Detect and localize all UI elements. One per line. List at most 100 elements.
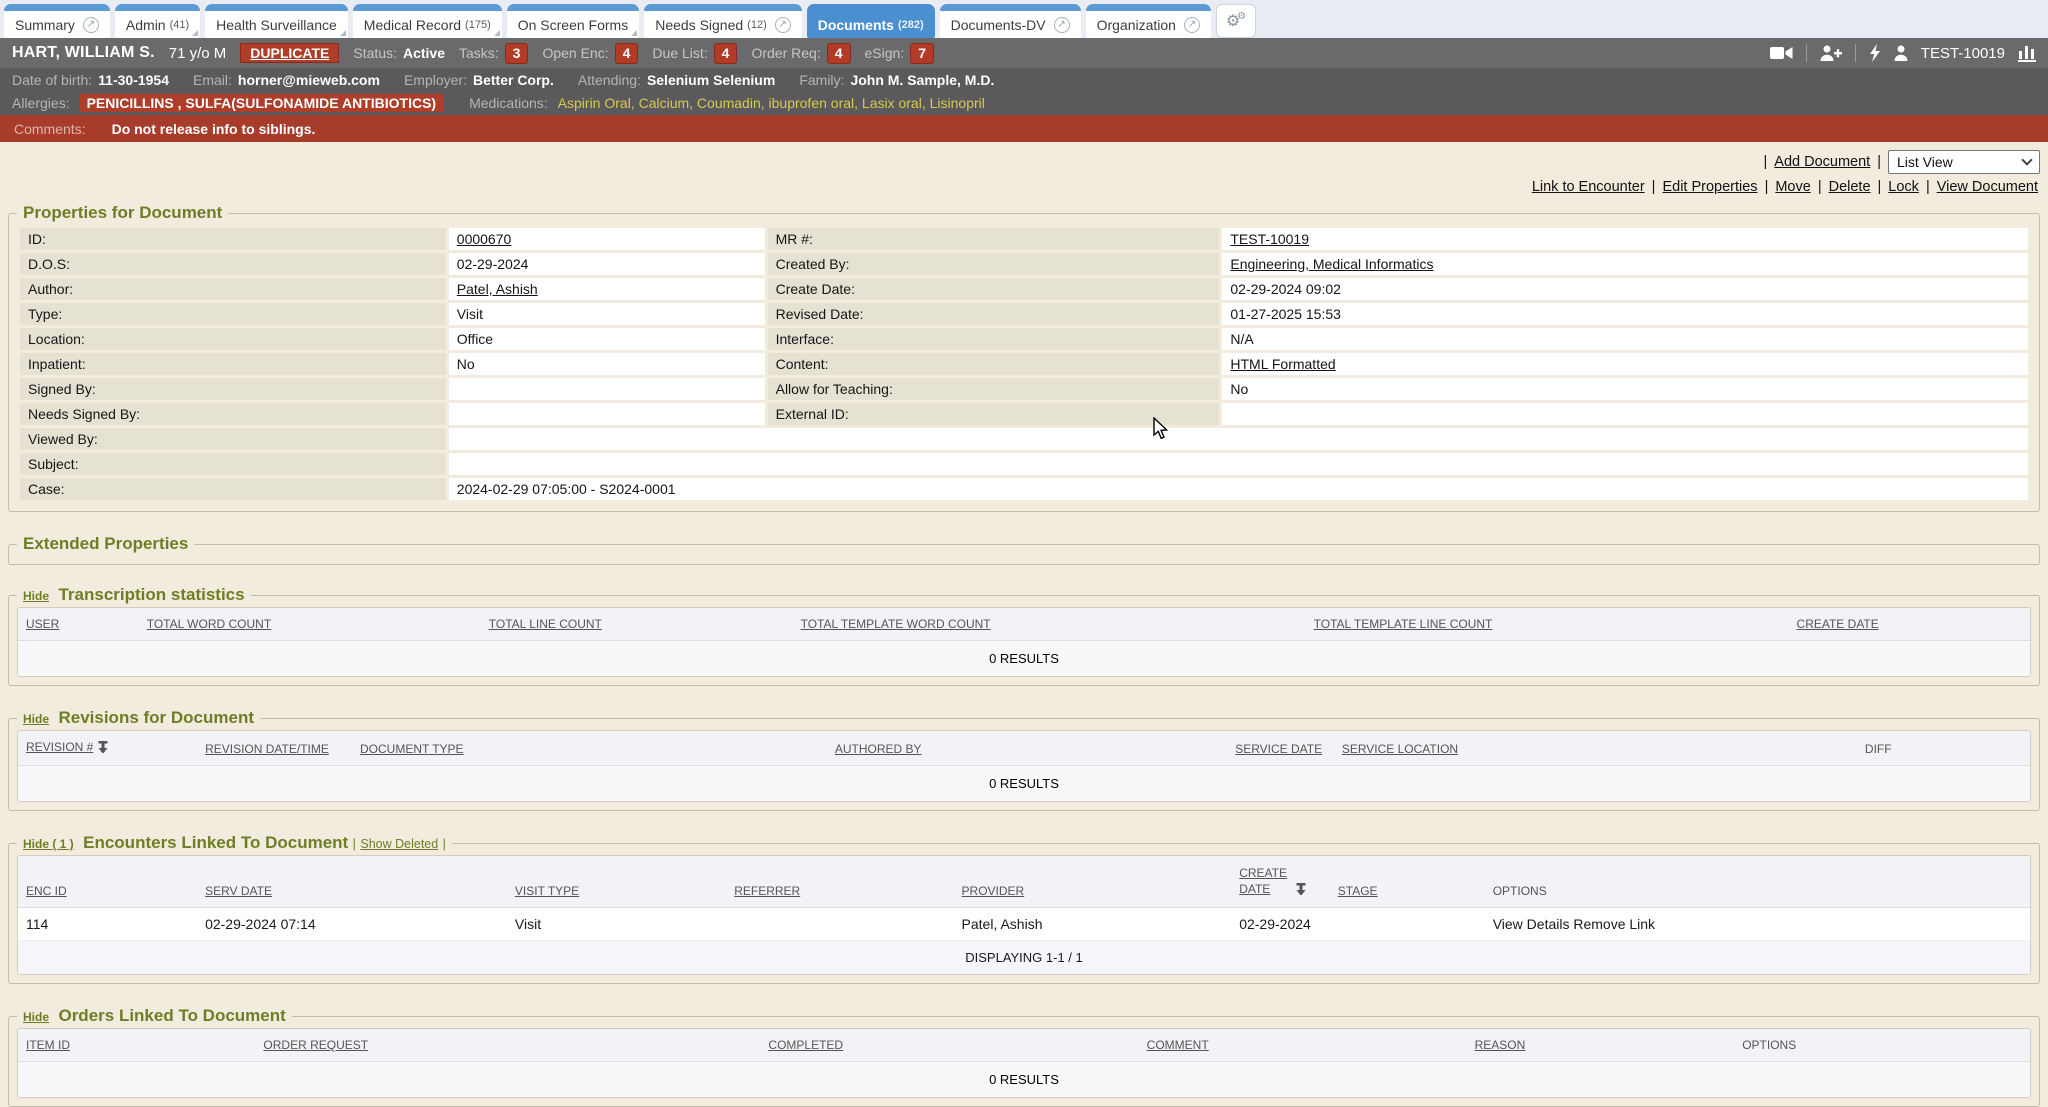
paging-text: DISPLAYING 1-1 / 1 — [18, 941, 2030, 975]
tab-label: Needs Signed — [655, 17, 743, 33]
column-header-total-template-word-count[interactable]: TOTAL TEMPLATE WORD COUNT — [801, 617, 991, 631]
open-enc-count-badge[interactable]: 4 — [615, 43, 639, 64]
external-link-icon: ↗ — [1184, 17, 1200, 33]
encounters-table: ENC ID SERV DATE VISIT TYPE REFERRER PRO… — [18, 856, 2030, 974]
lock-link[interactable]: Lock — [1888, 179, 1919, 195]
column-header-create-date[interactable]: CREATE DATE — [1797, 617, 1879, 631]
column-header-service-location[interactable]: SERVICE LOCATION — [1342, 742, 1458, 756]
add-document-link[interactable]: Add Document — [1774, 154, 1870, 170]
serv-date-cell: 02-29-2024 07:14 — [197, 908, 507, 941]
esign-count-badge[interactable]: 7 — [910, 43, 934, 64]
author-link[interactable]: Patel, Ashish — [457, 281, 538, 297]
column-header-reason[interactable]: REASON — [1475, 1038, 1526, 1052]
field-label: Needs Signed By: — [20, 403, 446, 425]
column-header-document-type[interactable]: DOCUMENT TYPE — [360, 742, 464, 756]
column-header-completed[interactable]: COMPLETED — [768, 1038, 843, 1052]
delete-link[interactable]: Delete — [1829, 179, 1871, 195]
column-header-comment[interactable]: COMMENT — [1147, 1038, 1209, 1052]
column-header-order-request[interactable]: ORDER REQUEST — [263, 1038, 368, 1052]
column-header-total-line-count[interactable]: TOTAL LINE COUNT — [489, 617, 602, 631]
revised-date-value: 01-27-2025 15:53 — [1222, 303, 2028, 325]
column-header-provider[interactable]: PROVIDER — [962, 884, 1025, 898]
patient-id: TEST-10019 — [1921, 45, 2005, 62]
field-label: Inpatient: — [20, 353, 446, 375]
edit-properties-link[interactable]: Edit Properties — [1662, 179, 1757, 195]
tab-documents[interactable]: Documents (282) — [807, 4, 935, 38]
move-link[interactable]: Move — [1775, 179, 1810, 195]
tab-medical-record[interactable]: Medical Record (175) — [353, 4, 502, 38]
hide-link[interactable]: Hide — [23, 1010, 49, 1024]
column-header-user[interactable]: USER — [26, 617, 59, 631]
add-person-icon[interactable] — [1820, 45, 1842, 61]
hide-link[interactable]: Hide ( 1 ) — [23, 837, 74, 851]
view-mode-select[interactable]: List View — [1888, 150, 2040, 174]
column-header-revision-datetime[interactable]: REVISION DATE/TIME — [205, 742, 329, 756]
results-count: 0 RESULTS — [18, 641, 2030, 677]
lightning-icon[interactable] — [1869, 44, 1881, 62]
due-list-count-badge[interactable]: 4 — [714, 43, 738, 64]
view-document-link[interactable]: View Document — [1937, 179, 2038, 195]
submenu-fold-icon — [340, 30, 346, 36]
tab-label: Health Surveillance — [216, 17, 337, 33]
column-header-service-date[interactable]: SERVICE DATE — [1235, 742, 1322, 756]
column-header-stage[interactable]: STAGE — [1338, 884, 1378, 898]
inpatient-value: No — [449, 353, 765, 375]
tab-organization[interactable]: Organization ↗ — [1086, 4, 1211, 38]
order-req-count-badge[interactable]: 4 — [827, 43, 851, 64]
tab-summary[interactable]: Summary ↗ — [4, 4, 110, 38]
tab-health-surveillance[interactable]: Health Surveillance — [205, 4, 348, 38]
type-value: Visit — [449, 303, 765, 325]
person-icon[interactable] — [1894, 45, 1908, 61]
tasks-count-badge[interactable]: 3 — [505, 43, 529, 64]
extended-properties-section: Extended Properties — [8, 534, 2040, 565]
needs-signed-by-value — [449, 403, 765, 425]
tab-label: Admin — [126, 17, 166, 33]
field-label: ID: — [20, 228, 446, 250]
field-label: Viewed By: — [20, 428, 446, 450]
column-header-create-date[interactable]: CREATE DATE — [1239, 865, 1291, 897]
show-deleted-link[interactable]: Show Deleted — [360, 837, 438, 851]
tab-label: Organization — [1097, 17, 1176, 33]
tab-needs-signed[interactable]: Needs Signed (12) ↗ — [644, 4, 802, 38]
separator: | — [1818, 179, 1822, 195]
created-by-link[interactable]: Engineering, Medical Informatics — [1230, 256, 1433, 272]
field-label: Signed By: — [20, 378, 446, 400]
sort-descending-icon[interactable] — [98, 741, 108, 756]
column-header-total-template-line-count[interactable]: TOTAL TEMPLATE LINE COUNT — [1314, 617, 1493, 631]
hide-link[interactable]: Hide — [23, 589, 49, 603]
column-header-revision-number[interactable]: REVISION # — [26, 740, 93, 754]
duplicate-badge[interactable]: DUPLICATE — [240, 43, 339, 63]
table-row: ID: 0000670 MR #: TEST-10019 — [20, 228, 2028, 250]
bar-chart-icon[interactable] — [2018, 45, 2036, 62]
properties-for-document-section: Properties for Document ID: 0000670 MR #… — [8, 203, 2040, 512]
column-header-referrer[interactable]: REFERRER — [734, 884, 800, 898]
settings-gears-button[interactable]: ⚙ ⚙ — [1216, 4, 1256, 38]
patient-name: HART, WILLIAM S. — [12, 44, 155, 62]
submenu-fold-icon — [631, 30, 637, 36]
table-row: Viewed By: — [20, 428, 2028, 450]
allergies-badge[interactable]: PENICILLINS , SULFA(SULFONAMIDE ANTIBIOT… — [80, 94, 443, 112]
mr-number-link[interactable]: TEST-10019 — [1230, 231, 1309, 247]
video-camera-icon[interactable] — [1770, 46, 1793, 60]
content-format-link[interactable]: HTML Formatted — [1230, 356, 1335, 372]
tab-on-screen-forms[interactable]: On Screen Forms — [507, 4, 639, 38]
hide-link[interactable]: Hide — [23, 712, 49, 726]
link-to-encounter-link[interactable]: Link to Encounter — [1532, 179, 1645, 195]
column-header-total-word-count[interactable]: TOTAL WORD COUNT — [147, 617, 271, 631]
column-header-item-id[interactable]: ITEM ID — [26, 1038, 70, 1052]
sort-descending-icon[interactable] — [1296, 883, 1306, 898]
column-header-enc-id[interactable]: ENC ID — [26, 884, 67, 898]
tab-documents-dv[interactable]: Documents-DV ↗ — [940, 4, 1081, 38]
column-header-serv-date[interactable]: SERV DATE — [205, 884, 272, 898]
row-options-links[interactable]: View Details Remove Link — [1493, 916, 1655, 932]
medications-list[interactable]: Aspirin Oral, Calcium, Coumadin, ibuprof… — [558, 95, 985, 111]
document-id-link[interactable]: 0000670 — [457, 231, 512, 247]
tab-admin[interactable]: Admin (41) — [115, 4, 200, 38]
column-header-authored-by[interactable]: AUTHORED BY — [835, 742, 922, 756]
section-title: Properties for Document — [23, 203, 222, 222]
encounter-row[interactable]: 114 02-29-2024 07:14 Visit Patel, Ashish… — [18, 908, 2030, 941]
table-row: Subject: — [20, 453, 2028, 475]
column-header-visit-type[interactable]: VISIT TYPE — [515, 884, 579, 898]
tab-label: On Screen Forms — [518, 17, 628, 33]
medications-label: Medications: — [469, 95, 548, 111]
